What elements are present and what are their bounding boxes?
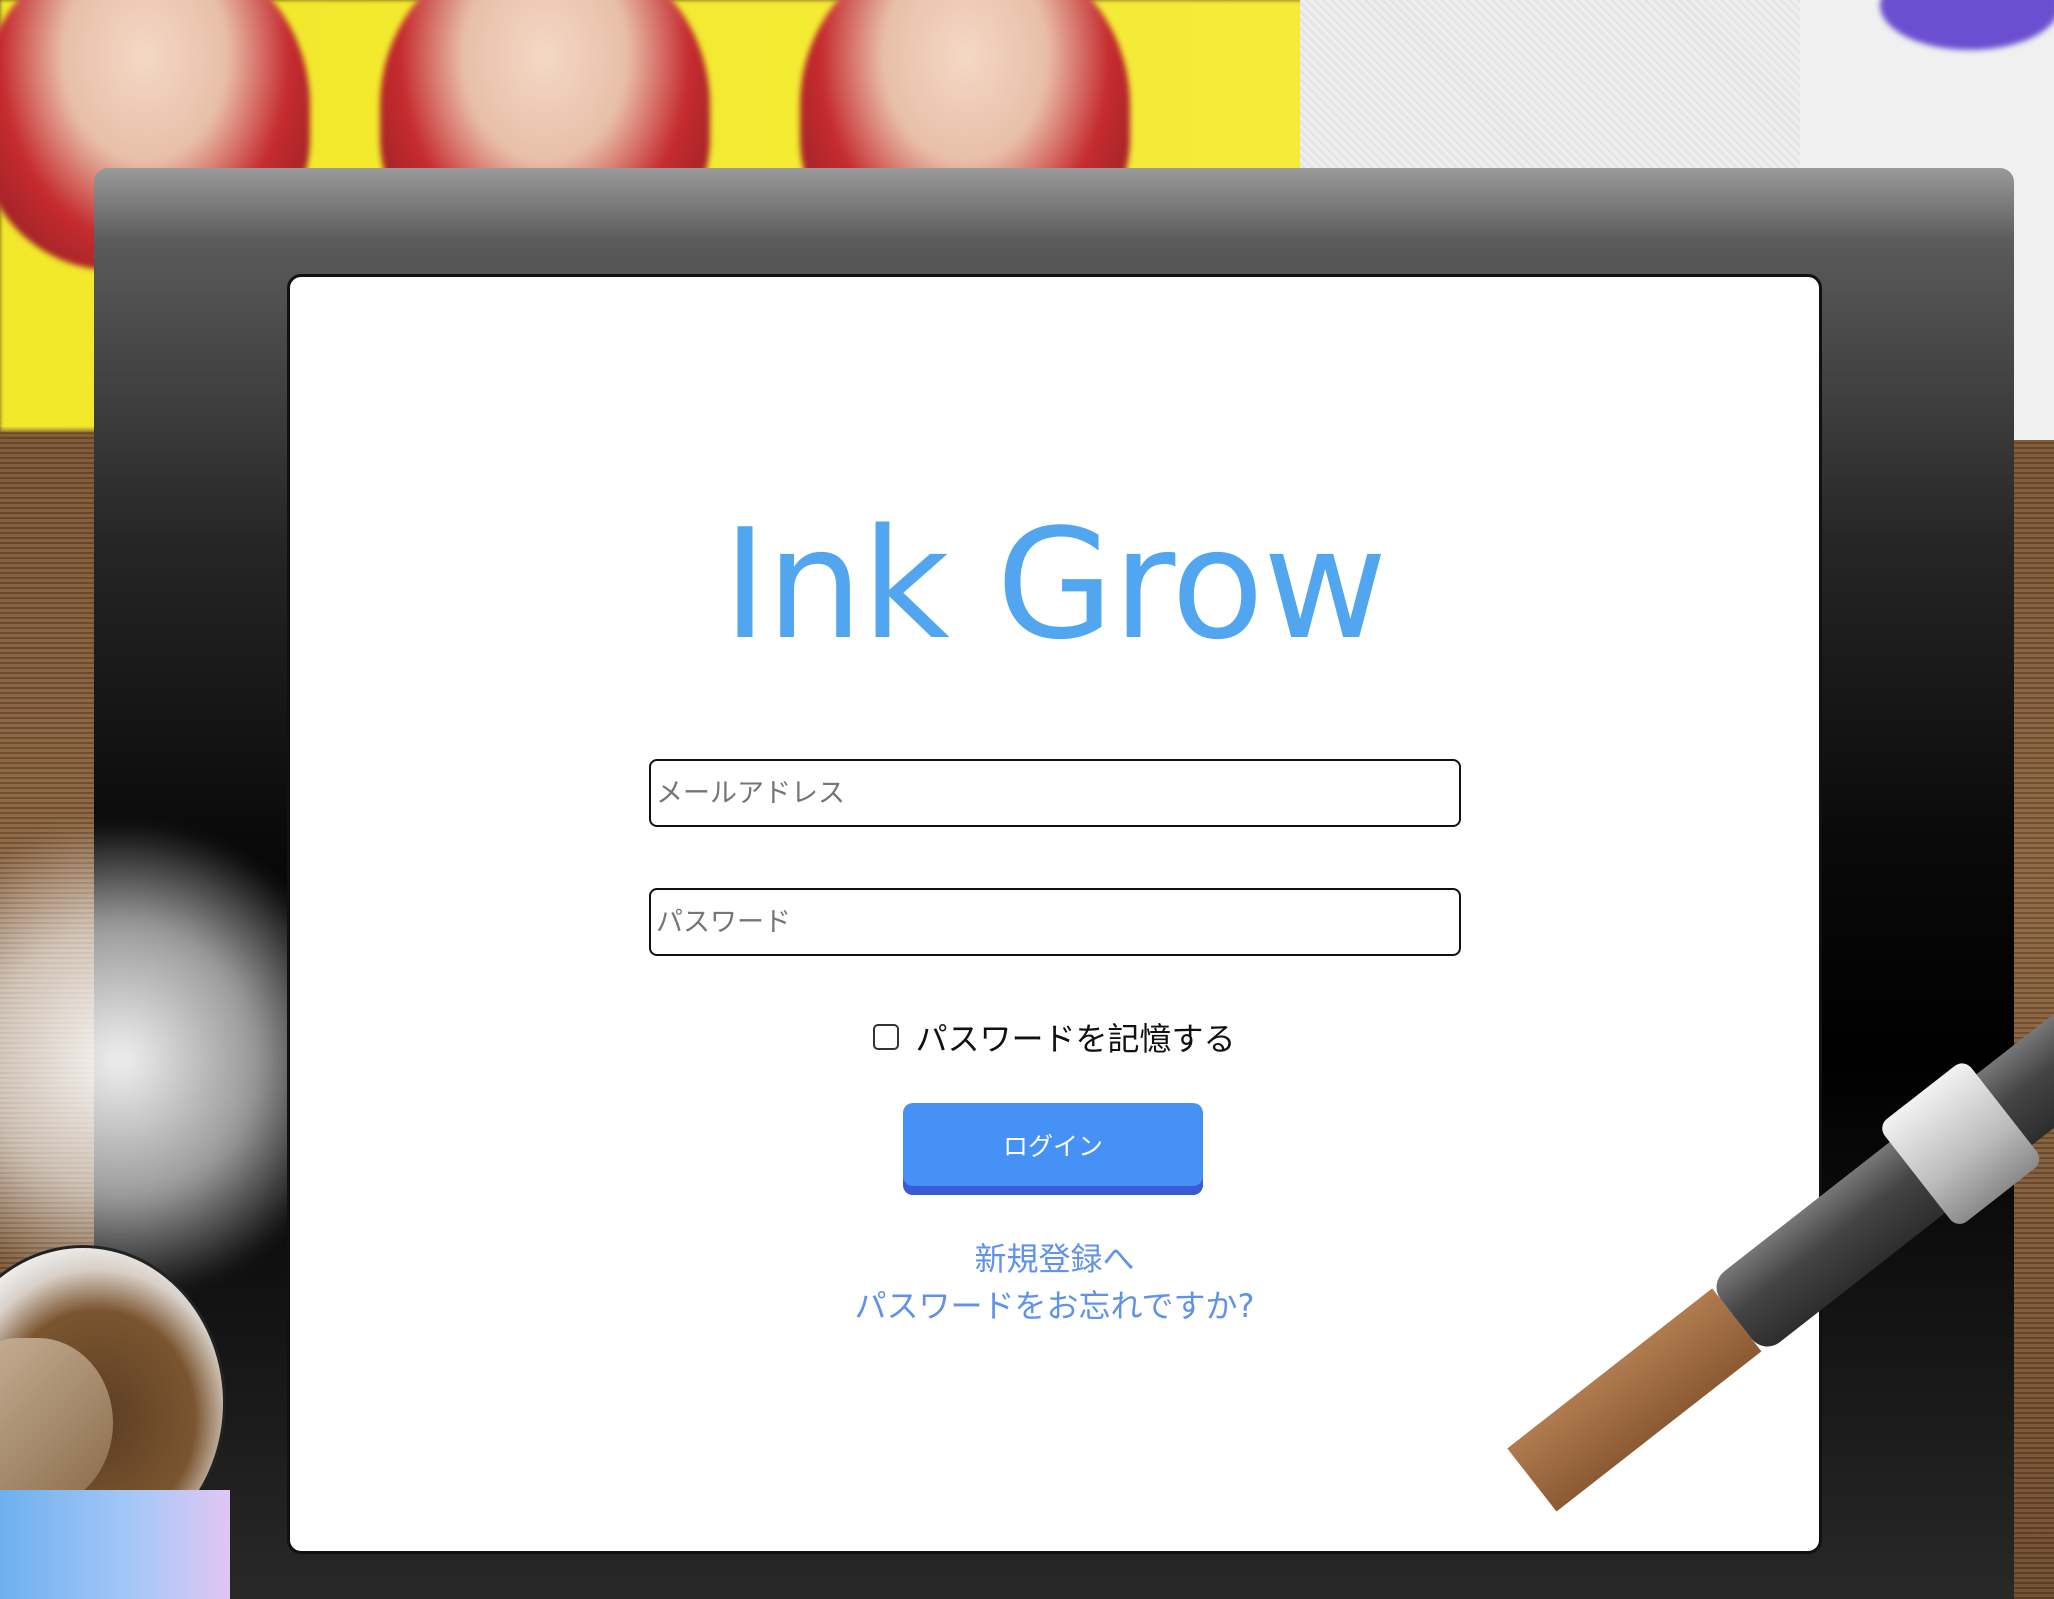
email-input[interactable] bbox=[649, 759, 1461, 827]
ink-pot-highlight bbox=[0, 1338, 113, 1508]
password-input[interactable] bbox=[649, 888, 1461, 956]
login-screen: Ink Grow パスワードを記憶する ログイン 新規登録へ パスワードをお忘れ… bbox=[287, 274, 1822, 1554]
remember-password-checkbox[interactable] bbox=[873, 1024, 900, 1050]
login-button[interactable]: ログイン bbox=[903, 1103, 1203, 1195]
ink-bottle-base bbox=[0, 1490, 230, 1599]
page-background: Ink Grow パスワードを記憶する ログイン 新規登録へ パスワードをお忘れ… bbox=[0, 0, 2054, 1599]
remember-password-label[interactable]: パスワードを記憶する bbox=[915, 1014, 1235, 1060]
signup-link[interactable]: 新規登録へ bbox=[290, 1234, 1819, 1280]
remember-password-row: パスワードを記憶する bbox=[290, 1012, 1819, 1062]
app-logo: Ink Grow bbox=[722, 496, 1388, 673]
background-paper bbox=[1300, 0, 1820, 180]
forgot-password-link[interactable]: パスワードをお忘れですか? bbox=[290, 1281, 1819, 1327]
